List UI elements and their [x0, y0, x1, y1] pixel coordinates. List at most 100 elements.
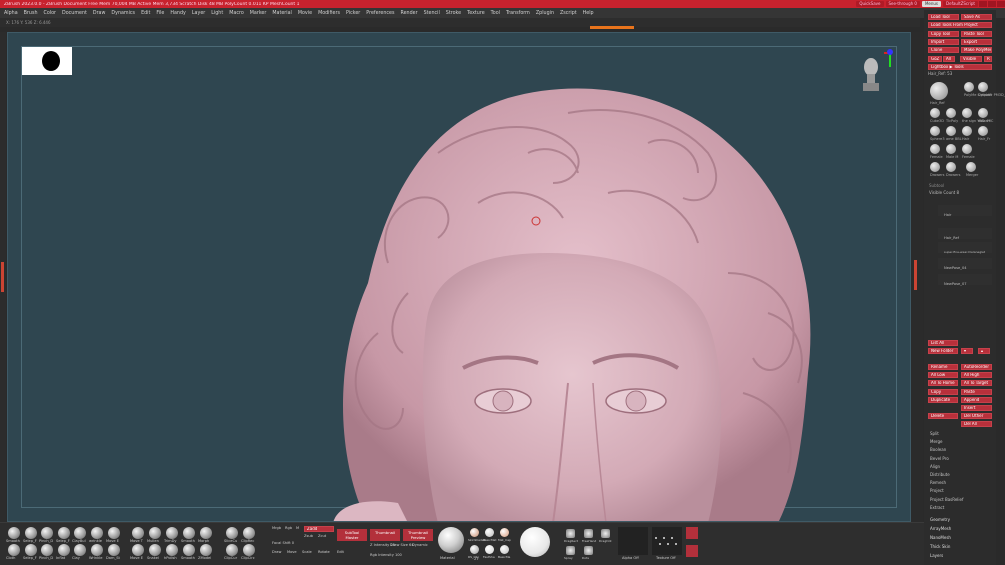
minimize-icon[interactable]: [979, 1, 987, 7]
tool-action-6[interactable]: Lightbox ▶ Tools: [928, 63, 992, 70]
subtool-action-6-b[interactable]: Del Other: [961, 413, 992, 420]
subtool-action-4-a[interactable]: Duplicate: [928, 396, 958, 403]
subtool-action-0-b[interactable]: AutoReorder: [961, 364, 992, 370]
subtool-master-button[interactable]: SubTool Master: [337, 529, 367, 541]
bbl-tool-icon[interactable]: [946, 126, 956, 136]
subtool-action-6-a[interactable]: Delete: [928, 413, 958, 420]
sphere3-tool-icon[interactable]: [930, 126, 940, 136]
male-tool-icon[interactable]: [946, 144, 956, 154]
tool-action-1[interactable]: Load Tools From Project: [928, 22, 992, 29]
female2-tool-icon[interactable]: [962, 144, 972, 154]
tool-action-4-b[interactable]: Make PolyMesh3D: [961, 47, 992, 54]
subtool-action-0-a[interactable]: Rename: [928, 364, 958, 370]
texture-red-icon[interactable]: [686, 527, 698, 539]
section-thick-skin[interactable]: Thick Skin: [927, 542, 993, 551]
tool-action-2-b[interactable]: Paste Tool: [961, 30, 992, 37]
brush-icon[interactable]: [108, 527, 120, 539]
female-tool-icon[interactable]: [930, 144, 940, 154]
brush-icon[interactable]: [8, 527, 20, 539]
brush-icon[interactable]: [91, 544, 103, 556]
brush-icon[interactable]: [226, 527, 238, 539]
cylinder-tool-icon[interactable]: [978, 82, 988, 92]
section-geometry[interactable]: Geometry: [927, 515, 993, 524]
rgb-intensity-slider[interactable]: Rgb Intensity 100: [370, 553, 402, 557]
brush-icon[interactable]: [132, 544, 144, 556]
move-mode-button[interactable]: Move: [287, 550, 297, 554]
material-swatch[interactable]: [500, 528, 509, 537]
goz-all-button[interactable]: All: [943, 55, 955, 62]
mrgb-toggle[interactable]: Mrgb: [272, 526, 281, 530]
brush-icon[interactable]: [149, 544, 161, 556]
zsub-button[interactable]: Zsub: [304, 534, 313, 538]
stroke-icon[interactable]: [566, 546, 575, 555]
subtool-action-2-b[interactable]: All To Target: [961, 380, 992, 387]
navigation-head-icon[interactable]: [862, 55, 880, 95]
brush-icon[interactable]: [132, 527, 144, 539]
cube-tool-icon[interactable]: [930, 108, 940, 118]
subtool-action-7-b[interactable]: Del All: [961, 421, 992, 428]
brush-icon[interactable]: [58, 527, 70, 539]
menu-material[interactable]: Material: [272, 11, 292, 16]
material-swatch[interactable]: [485, 545, 494, 554]
brush-icon[interactable]: [183, 544, 195, 556]
rgb-toggle[interactable]: Rgb: [285, 526, 292, 530]
brush-icon[interactable]: [74, 527, 86, 539]
subtool-action-2-a[interactable]: All To Home: [928, 380, 958, 387]
hairfr-tool-icon[interactable]: [978, 126, 988, 136]
visible-button[interactable]: Visible: [960, 55, 982, 62]
material-sphere-icon[interactable]: [438, 527, 464, 553]
new-folder-button[interactable]: New Folder: [928, 348, 958, 354]
menu-draw[interactable]: Draw: [93, 11, 106, 16]
see-through-slider[interactable]: See-through 0: [885, 1, 920, 7]
m-toggle[interactable]: M: [296, 526, 299, 530]
quicksave-button[interactable]: QuickSave: [856, 1, 884, 7]
star-tool-icon[interactable]: [964, 82, 974, 92]
thumbnail-button[interactable]: Thumbnail: [370, 529, 400, 541]
axis-gizmo-icon[interactable]: [884, 47, 896, 69]
close-icon[interactable]: [997, 1, 1005, 7]
thumbnail-preview-button[interactable]: Thumbnail Preview: [403, 529, 433, 541]
menu-dynamics[interactable]: Dynamics: [111, 11, 135, 16]
texture-red2-icon[interactable]: [686, 545, 698, 557]
tool-action-3-b[interactable]: Export: [961, 38, 992, 45]
zcut-button[interactable]: Zcut: [318, 534, 326, 538]
stroke-icon[interactable]: [584, 546, 593, 555]
material-swatch[interactable]: [485, 528, 494, 537]
stroke-icon[interactable]: [584, 529, 593, 538]
brush-icon[interactable]: [41, 544, 53, 556]
menu-file[interactable]: File: [156, 11, 164, 16]
menu-light[interactable]: Light: [211, 11, 223, 16]
stroke-icon[interactable]: [601, 529, 610, 538]
menu-alpha[interactable]: Alpha: [4, 11, 18, 16]
dots-stroke-icon[interactable]: [652, 527, 682, 555]
menu-tool[interactable]: Tool: [491, 11, 500, 16]
tray-handle[interactable]: [1, 262, 4, 292]
subtool-action-1-a[interactable]: All Low: [928, 372, 958, 379]
brush-icon[interactable]: [41, 527, 53, 539]
menu-marker[interactable]: Marker: [250, 11, 267, 16]
menu-modifiers[interactable]: Modifiers: [318, 11, 340, 16]
visible-count-slider[interactable]: Visible Count 8: [929, 190, 959, 195]
menu-macro[interactable]: Macro: [229, 11, 244, 16]
tool-action-2-a[interactable]: Copy Tool: [928, 30, 959, 37]
menu-handy[interactable]: Handy: [170, 11, 185, 16]
menu-render[interactable]: Render: [400, 11, 417, 16]
folder-arrow-icon[interactable]: ▾: [961, 348, 973, 354]
menu-transform[interactable]: Transform: [506, 11, 530, 16]
subtool-header[interactable]: Subtool: [929, 183, 944, 188]
brush-icon[interactable]: [183, 527, 195, 539]
menu-help[interactable]: Help: [583, 11, 594, 16]
merger-tool-icon[interactable]: [966, 162, 976, 172]
draw-size-slider[interactable]: Draw Size 64: [390, 543, 414, 547]
brush-icon[interactable]: [58, 544, 70, 556]
menu-document[interactable]: Document: [62, 11, 87, 16]
brush-icon[interactable]: [243, 544, 255, 556]
sculpt-model[interactable]: [8, 33, 911, 522]
subtool-action-1-b[interactable]: All High: [961, 372, 992, 379]
default-script-button[interactable]: DefaultZScript: [943, 1, 978, 7]
brush-icon[interactable]: [200, 527, 212, 539]
zadd-button[interactable]: Zadd: [304, 526, 334, 532]
material-swatch[interactable]: [470, 528, 479, 537]
material-swatch[interactable]: [500, 545, 509, 554]
sphere-tool-icon[interactable]: [930, 82, 948, 100]
